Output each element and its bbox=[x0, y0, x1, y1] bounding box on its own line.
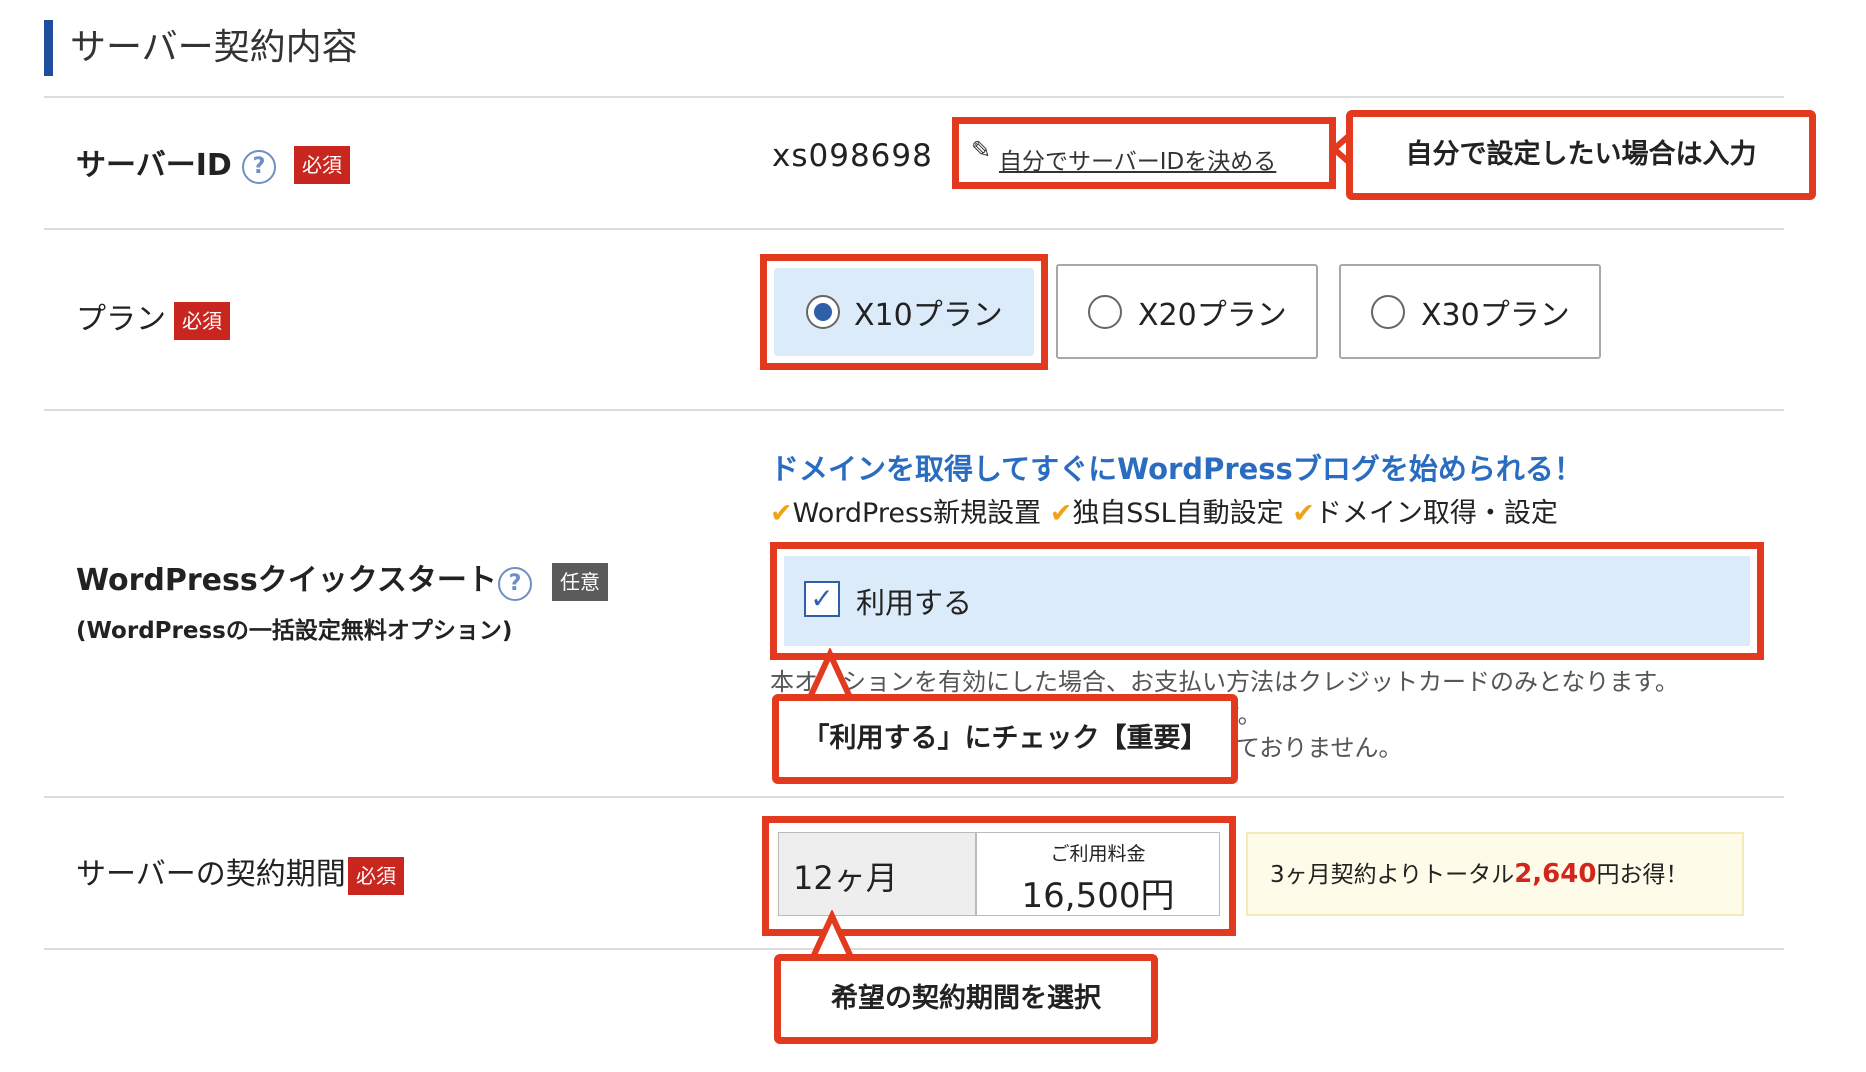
fee-value: 16,500円 bbox=[1021, 876, 1175, 916]
section-title: サーバー契約内容 bbox=[70, 27, 358, 68]
plan-option-x30[interactable]: X30プラン bbox=[1339, 264, 1601, 359]
feature-item: WordPress新規設置 bbox=[792, 498, 1042, 529]
period-select[interactable]: 12ヶ月 bbox=[778, 832, 976, 916]
pencil-icon: ✎ bbox=[971, 136, 992, 164]
divider bbox=[44, 948, 1784, 950]
required-badge: 必須 bbox=[348, 857, 404, 895]
divider bbox=[44, 409, 1784, 411]
promo-suffix: 円お得！ bbox=[1596, 862, 1689, 888]
checkbox-checked-icon[interactable]: ✓ bbox=[804, 581, 840, 617]
check-icon: ✔ bbox=[1049, 498, 1073, 529]
server-id-value: xs098698 bbox=[772, 138, 933, 174]
custom-server-id-link[interactable]: 自分でサーバーIDを決める bbox=[999, 142, 1276, 176]
wordpress-callout: 「利用する」にチェック【重要】 bbox=[772, 694, 1238, 784]
check-icon: ✔ bbox=[770, 498, 793, 529]
help-icon[interactable]: ? bbox=[242, 150, 276, 184]
server-id-link-highlight: ✎ 自分でサーバーIDを決める bbox=[952, 117, 1336, 189]
radio-icon[interactable] bbox=[1371, 294, 1405, 329]
plan-option-x10[interactable]: X10プラン bbox=[774, 268, 1034, 356]
period-callout: 希望の契約期間を選択 bbox=[774, 954, 1158, 1044]
check-icon: ✔ bbox=[1292, 498, 1315, 529]
plan-option-label: X10プラン bbox=[854, 298, 1003, 333]
divider bbox=[44, 796, 1784, 798]
promo-box: 3ヶ月契約よりトータル2,640円お得！ bbox=[1246, 832, 1744, 916]
fee-label: ご利用料金 bbox=[1050, 843, 1146, 865]
optional-badge: 任意 bbox=[552, 563, 608, 601]
help-icon[interactable]: ? bbox=[498, 567, 532, 601]
section-accent-bar bbox=[44, 20, 53, 76]
feature-item: 独自SSL自動設定 bbox=[1072, 498, 1284, 529]
note-line: ておりません。 bbox=[1236, 734, 1403, 762]
divider bbox=[44, 96, 1784, 98]
feature-list: ✔WordPress新規設置 ✔独自SSL自動設定 ✔ドメイン取得・設定 bbox=[770, 491, 1558, 530]
promo-prefix: 3ヶ月契約よりトータル bbox=[1270, 862, 1515, 888]
server-id-callout: 自分で設定したい場合は入力 bbox=[1346, 110, 1816, 200]
plan-option-label: X30プラン bbox=[1421, 297, 1570, 333]
wordpress-option-box[interactable]: ✓ 利用する bbox=[784, 556, 1750, 646]
checkbox-label[interactable]: 利用する bbox=[856, 580, 972, 622]
period-select-value: 12ヶ月 bbox=[793, 859, 898, 897]
server-id-label: サーバーID bbox=[76, 148, 232, 183]
plan-label: プラン bbox=[76, 302, 166, 337]
plan-option-label: X20プラン bbox=[1138, 297, 1287, 333]
promo-amount: 2,640 bbox=[1514, 859, 1597, 889]
wordpress-label: WordPressクイックスタート bbox=[76, 563, 497, 598]
feature-item: ドメイン取得・設定 bbox=[1314, 498, 1558, 529]
radio-icon[interactable] bbox=[1088, 294, 1122, 329]
required-badge: 必須 bbox=[174, 302, 230, 340]
radio-icon[interactable] bbox=[806, 295, 840, 329]
fee-display: ご利用料金 16,500円 bbox=[976, 832, 1220, 916]
plan-option-x20[interactable]: X20プラン bbox=[1056, 264, 1318, 359]
period-label: サーバーの契約期間 bbox=[76, 857, 346, 892]
required-badge: 必須 bbox=[294, 146, 350, 184]
wordpress-sublabel: (WordPressの一括設定無料オプション) bbox=[76, 618, 513, 644]
wordpress-headline: ドメインを取得してすぐにWordPressブログを始められる！ bbox=[770, 452, 1583, 486]
divider bbox=[44, 228, 1784, 230]
